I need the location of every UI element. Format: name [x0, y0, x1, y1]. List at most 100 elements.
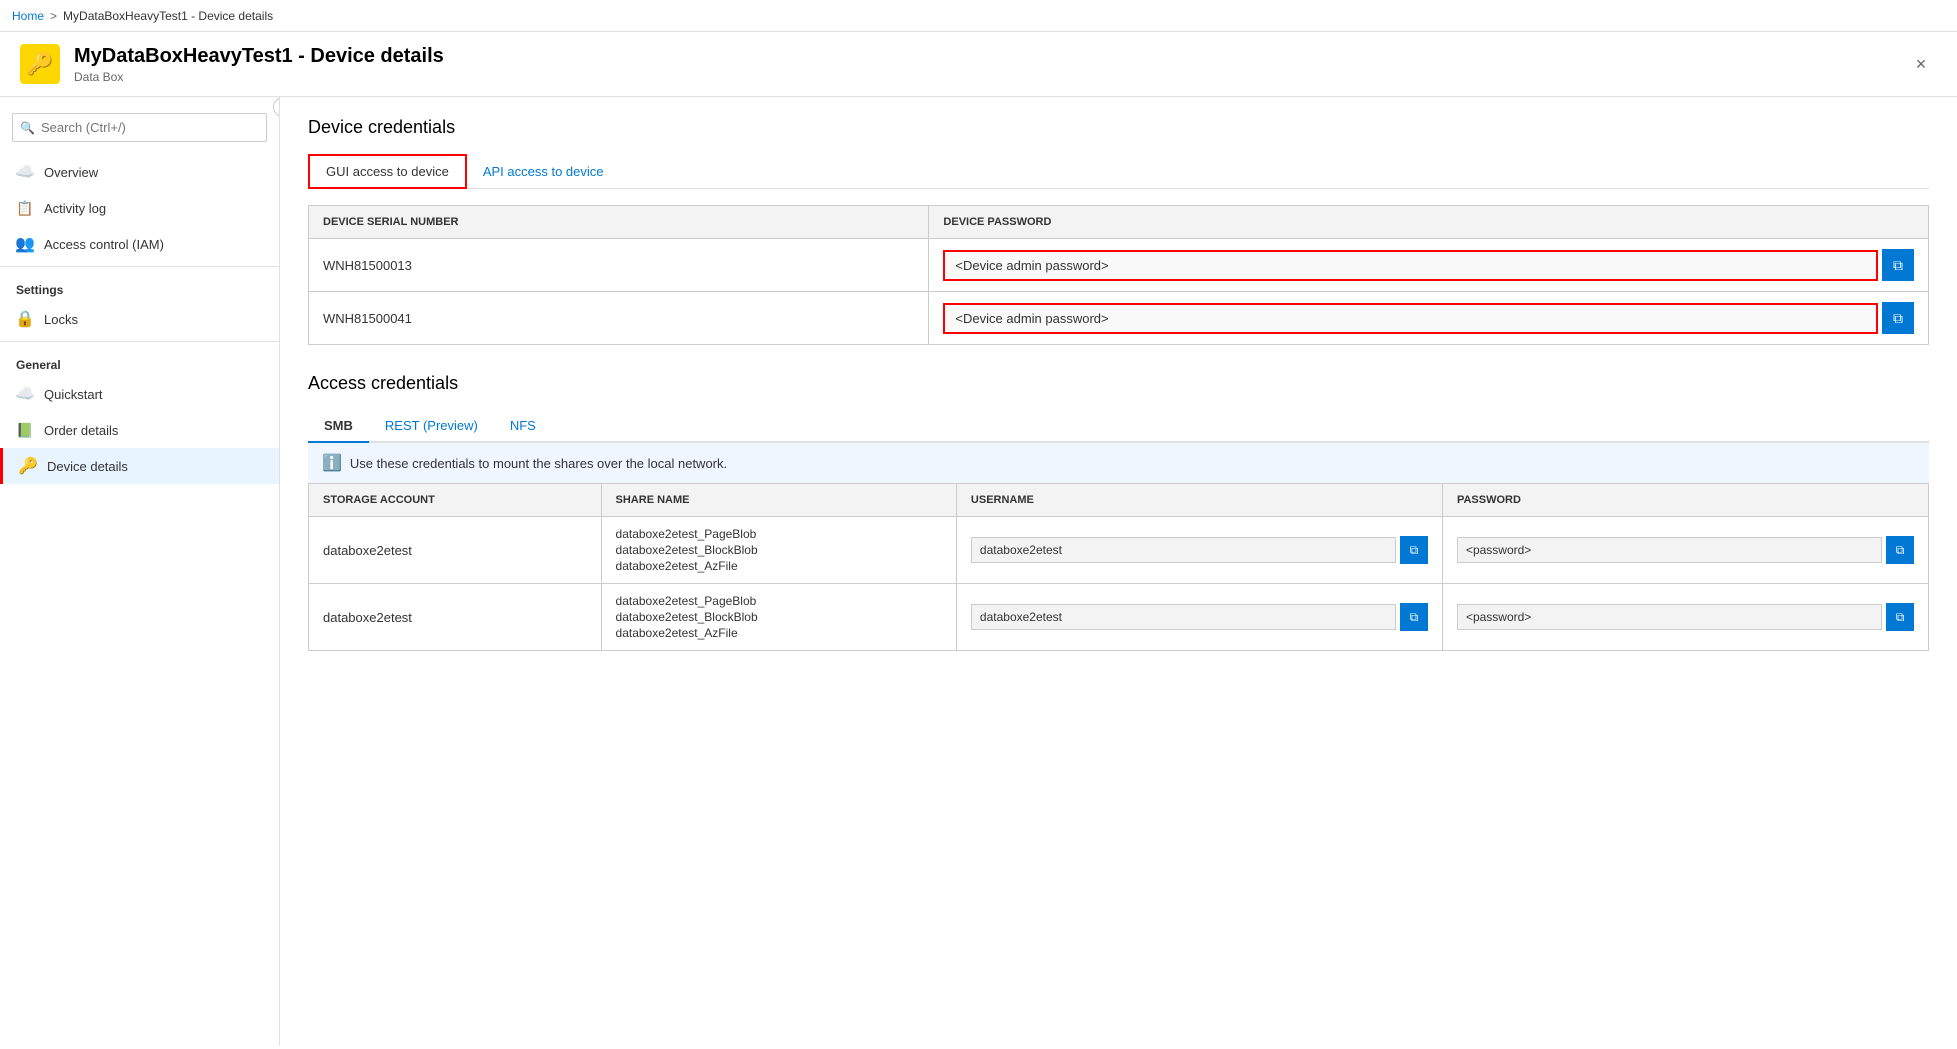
- copy-icon-2: ⧉: [1893, 310, 1903, 327]
- sidebar-collapse-button[interactable]: «: [273, 97, 280, 117]
- quickstart-icon: ☁️: [16, 385, 34, 403]
- sidebar-item-activity-log[interactable]: 📋 Activity log: [0, 190, 279, 226]
- order-icon: 📗: [16, 421, 34, 439]
- access-credentials-title: Access credentials: [308, 373, 1929, 394]
- sidebar-item-locks[interactable]: 🔒 Locks: [0, 301, 279, 337]
- share-name-1b: databoxe2etest_BlockBlob: [616, 543, 942, 557]
- password-field-1: ⧉: [943, 249, 1914, 281]
- copy-password-btn-2[interactable]: ⧉: [1882, 302, 1914, 334]
- header-icon: 🔑: [20, 44, 60, 84]
- header-text: MyDataBoxHeavyTest1 - Device details Dat…: [74, 45, 444, 84]
- sidebar-item-order-details[interactable]: 📗 Order details: [0, 412, 279, 448]
- share-name-2c: databoxe2etest_AzFile: [616, 626, 942, 640]
- header-panel: 🔑 MyDataBoxHeavyTest1 - Device details D…: [0, 32, 1957, 97]
- breadcrumb-separator: >: [50, 9, 57, 23]
- share-names-1: databoxe2etest_PageBlob databoxe2etest_B…: [601, 517, 956, 584]
- username-cell-2: ⧉: [956, 584, 1442, 651]
- password-ac-input-1[interactable]: [1457, 537, 1882, 563]
- header-left: 🔑 MyDataBoxHeavyTest1 - Device details D…: [20, 44, 444, 84]
- tab-api-access[interactable]: API access to device: [467, 154, 620, 189]
- divider-settings: [0, 266, 279, 267]
- info-banner: ℹ️ Use these credentials to mount the sh…: [308, 443, 1929, 483]
- sidebar-item-label: Quickstart: [44, 387, 103, 402]
- password-cell-1: ⧉: [929, 239, 1929, 292]
- password-input-1[interactable]: [943, 250, 1878, 281]
- password-ac-field-1: ⧉: [1457, 536, 1914, 564]
- tab-rest[interactable]: REST (Preview): [369, 410, 494, 443]
- sidebar-item-label: Activity log: [44, 201, 106, 216]
- breadcrumb: Home > MyDataBoxHeavyTest1 - Device deta…: [0, 0, 1957, 32]
- col-password-ac: PASSWORD: [1442, 484, 1928, 517]
- page-title: MyDataBoxHeavyTest1 - Device details: [74, 45, 444, 68]
- password-ac-cell-2: ⧉: [1442, 584, 1928, 651]
- password-ac-field-2: ⧉: [1457, 603, 1914, 631]
- sidebar-item-label: Access control (IAM): [44, 237, 164, 252]
- activity-log-icon: 📋: [16, 199, 34, 217]
- username-cell-1: ⧉: [956, 517, 1442, 584]
- copy-password-btn-1[interactable]: ⧉: [1882, 249, 1914, 281]
- sidebar-item-label: Order details: [44, 423, 118, 438]
- breadcrumb-current: MyDataBoxHeavyTest1 - Device details: [63, 9, 273, 23]
- settings-header: Settings: [0, 271, 279, 301]
- share-name-1c: databoxe2etest_AzFile: [616, 559, 942, 573]
- copy-icon-u1: ⧉: [1410, 543, 1419, 558]
- table-row: databoxe2etest databoxe2etest_PageBlob d…: [309, 584, 1929, 651]
- lock-icon: 🔒: [16, 310, 34, 328]
- device-credentials-table: DEVICE SERIAL NUMBER DEVICE PASSWORD WNH…: [308, 205, 1929, 345]
- sidebar-item-label: Device details: [47, 459, 128, 474]
- sidebar-item-label: Overview: [44, 165, 98, 180]
- copy-username-btn-2[interactable]: ⧉: [1400, 603, 1428, 631]
- search-input[interactable]: [12, 113, 267, 142]
- col-share-name: SHARE NAME: [601, 484, 956, 517]
- copy-icon-1: ⧉: [1893, 257, 1903, 274]
- col-serial: DEVICE SERIAL NUMBER: [309, 206, 929, 239]
- password-ac-cell-1: ⧉: [1442, 517, 1928, 584]
- sidebar-item-overview[interactable]: ☁️ Overview: [0, 154, 279, 190]
- password-cell-2: ⧉: [929, 292, 1929, 345]
- password-ac-input-2[interactable]: [1457, 604, 1882, 630]
- iam-icon: 👥: [16, 235, 34, 253]
- serial-number-2: WNH81500041: [309, 292, 929, 345]
- breadcrumb-home[interactable]: Home: [12, 9, 44, 23]
- username-input-2[interactable]: [971, 604, 1396, 630]
- sidebar-item-quickstart[interactable]: ☁️ Quickstart: [0, 376, 279, 412]
- share-name-list-1: databoxe2etest_PageBlob databoxe2etest_B…: [616, 527, 942, 573]
- serial-number-1: WNH81500013: [309, 239, 929, 292]
- device-credential-tabs: GUI access to device API access to devic…: [308, 154, 1929, 189]
- close-button[interactable]: ×: [1905, 48, 1937, 80]
- sidebar-item-label: Locks: [44, 312, 78, 327]
- password-input-2[interactable]: [943, 303, 1878, 334]
- tab-smb[interactable]: SMB: [308, 410, 369, 443]
- storage-account-2: databoxe2etest: [309, 584, 602, 651]
- info-icon: ℹ️: [322, 453, 342, 473]
- sidebar: 🔍 « ☁️ Overview 📋 Activity log 👥 Access …: [0, 97, 280, 1046]
- copy-icon-u2: ⧉: [1410, 610, 1419, 625]
- sidebar-item-access-control[interactable]: 👥 Access control (IAM): [0, 226, 279, 262]
- storage-account-1: databoxe2etest: [309, 517, 602, 584]
- tab-gui-access[interactable]: GUI access to device: [308, 154, 467, 189]
- copy-icon-p1: ⧉: [1896, 543, 1905, 558]
- key-icon: 🔑: [26, 51, 53, 77]
- col-password: DEVICE PASSWORD: [929, 206, 1929, 239]
- username-input-1[interactable]: [971, 537, 1396, 563]
- copy-username-btn-1[interactable]: ⧉: [1400, 536, 1428, 564]
- main-layout: 🔍 « ☁️ Overview 📋 Activity log 👥 Access …: [0, 97, 1957, 1046]
- search-container: 🔍: [12, 113, 267, 142]
- overview-icon: ☁️: [16, 163, 34, 181]
- copy-password-ac-btn-2[interactable]: ⧉: [1886, 603, 1914, 631]
- share-name-2b: databoxe2etest_BlockBlob: [616, 610, 942, 624]
- col-storage-account: STORAGE ACCOUNT: [309, 484, 602, 517]
- share-name-list-2: databoxe2etest_PageBlob databoxe2etest_B…: [616, 594, 942, 640]
- copy-password-ac-btn-1[interactable]: ⧉: [1886, 536, 1914, 564]
- username-field-1: ⧉: [971, 536, 1428, 564]
- info-message: Use these credentials to mount the share…: [350, 456, 727, 471]
- divider-general: [0, 341, 279, 342]
- password-field-2: ⧉: [943, 302, 1914, 334]
- table-row: databoxe2etest databoxe2etest_PageBlob d…: [309, 517, 1929, 584]
- access-credentials-table: STORAGE ACCOUNT SHARE NAME USERNAME PASS…: [308, 483, 1929, 651]
- col-username: USERNAME: [956, 484, 1442, 517]
- sidebar-item-device-details[interactable]: 🔑 Device details: [0, 448, 279, 484]
- table-row: WNH81500041 ⧉: [309, 292, 1929, 345]
- tab-nfs[interactable]: NFS: [494, 410, 552, 443]
- copy-icon-p2: ⧉: [1896, 610, 1905, 625]
